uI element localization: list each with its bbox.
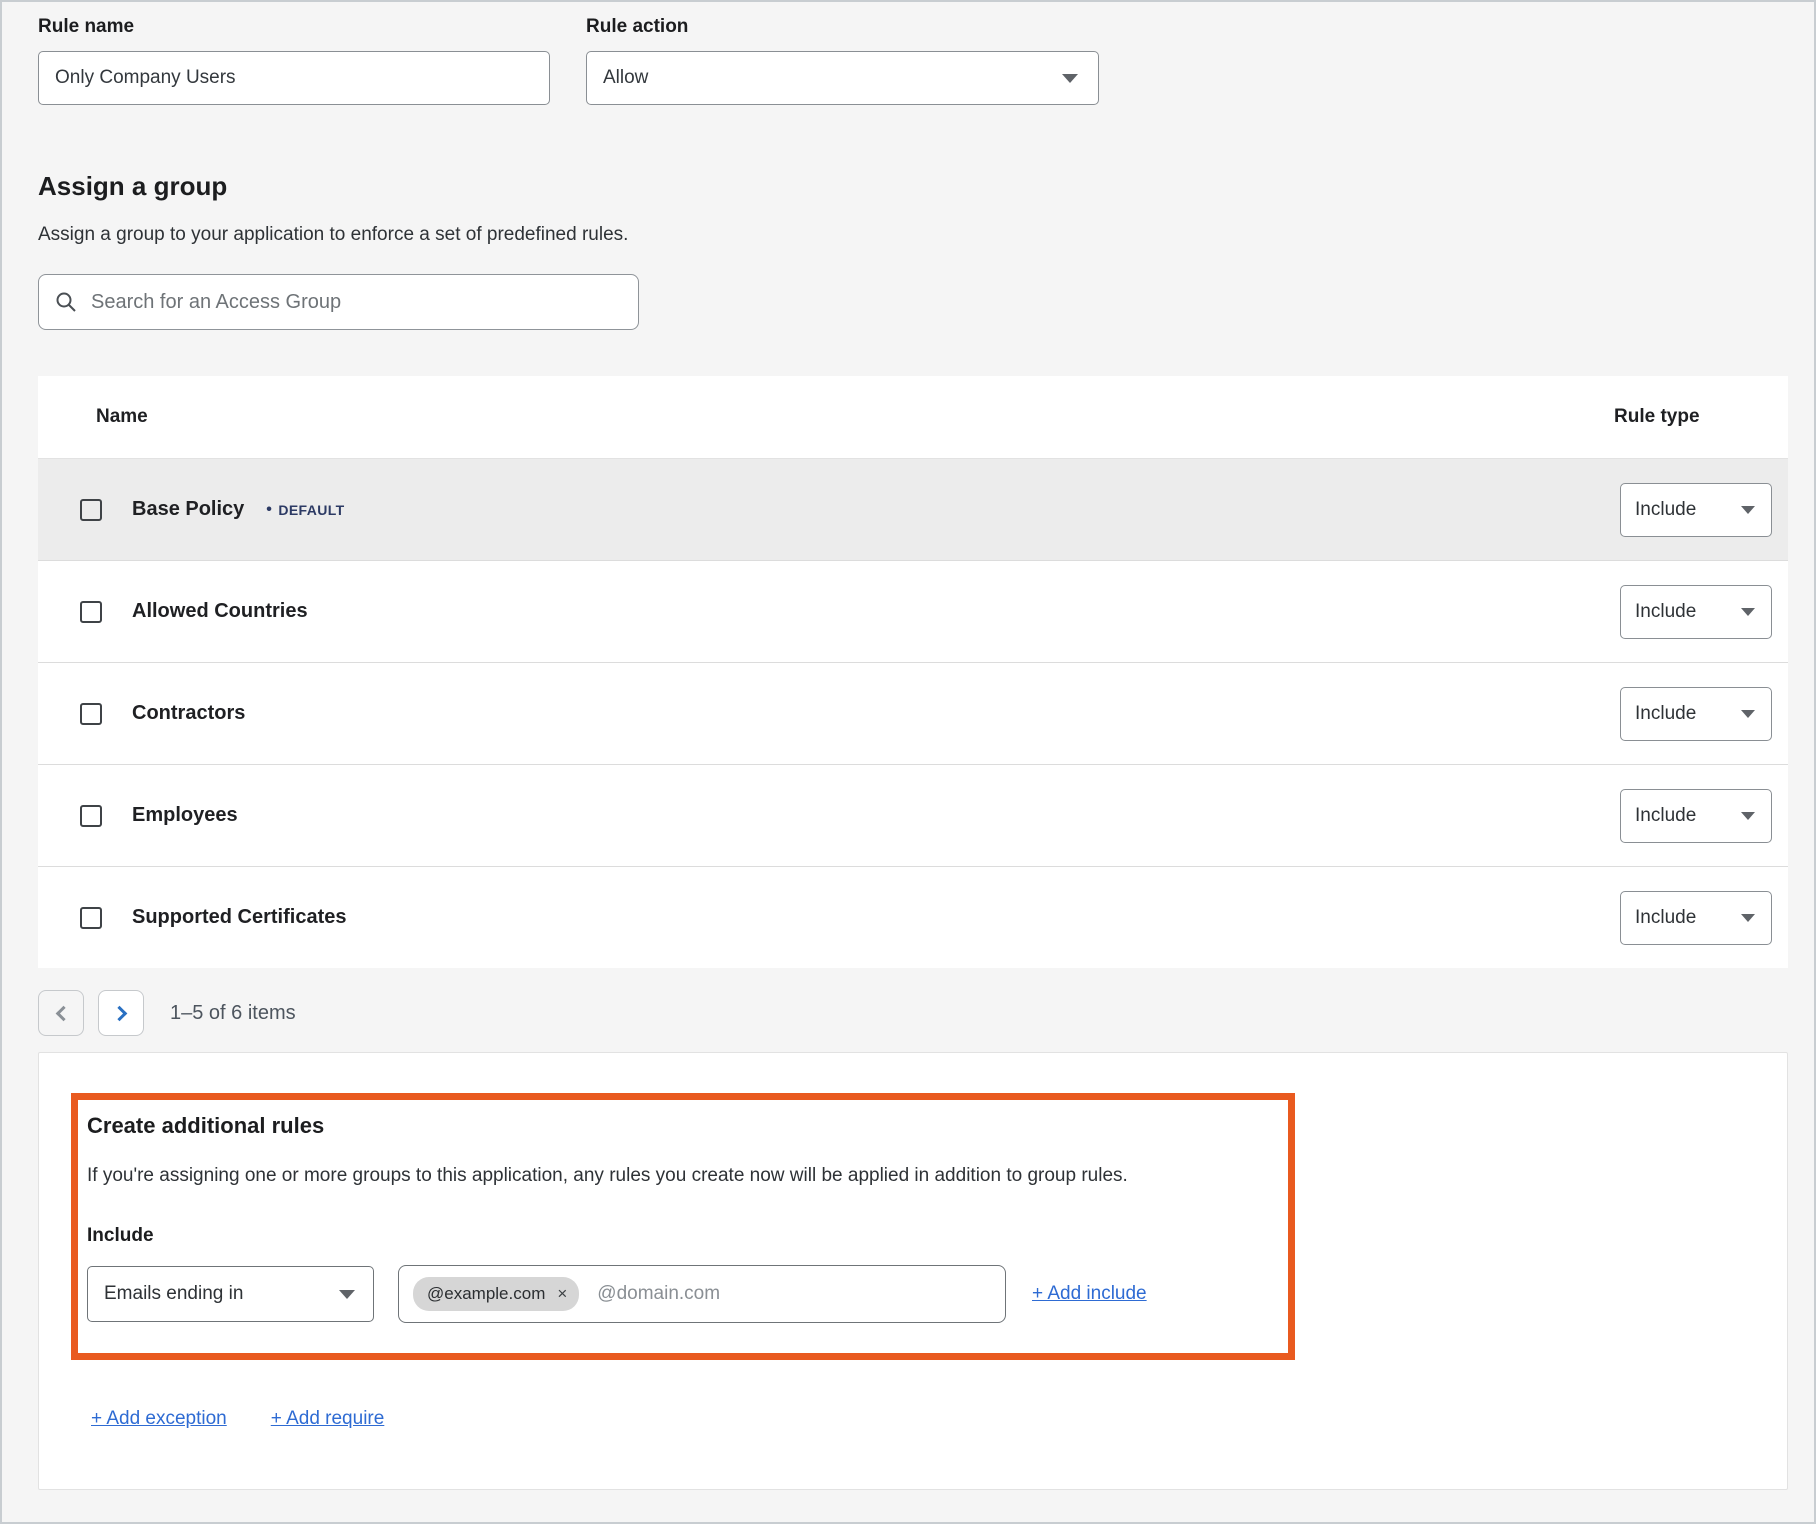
- rule-type-dropdown[interactable]: Include: [1620, 891, 1772, 945]
- rule-links: + Add exception + Add require: [71, 1408, 1787, 1430]
- rule-type-value: Include: [1635, 805, 1696, 827]
- row-checkbox[interactable]: [80, 805, 102, 827]
- email-tag-value: @example.com: [427, 1284, 545, 1304]
- rule-type-value: Include: [1635, 601, 1696, 623]
- pagination-summary: 1–5 of 6 items: [170, 1002, 296, 1025]
- rule-action-dropdown[interactable]: Allow: [586, 51, 1099, 105]
- rule-form: Rule name Rule action Allow: [38, 16, 1784, 105]
- chevron-down-icon: [1741, 608, 1755, 616]
- additional-rules-description: If you're assigning one or more groups t…: [87, 1165, 1268, 1187]
- chevron-down-icon: [1741, 710, 1755, 718]
- rule-name-label: Rule name: [38, 16, 550, 38]
- table-row: Base Policy • DEFAULT Include: [38, 458, 1788, 560]
- highlight-annotation-box: Create additional rules If you're assign…: [71, 1093, 1295, 1360]
- remove-tag-icon[interactable]: ×: [557, 1284, 567, 1304]
- table-row: Supported Certificates Include: [38, 866, 1788, 968]
- table-row: Employees Include: [38, 764, 1788, 866]
- previous-page-button[interactable]: [38, 990, 84, 1036]
- default-badge: • DEFAULT: [266, 502, 344, 518]
- chevron-down-icon: [1741, 506, 1755, 514]
- search-input[interactable]: [91, 291, 622, 314]
- search-icon: [55, 291, 77, 313]
- access-group-table: Name Rule type Base Policy • DEFAULT Incl…: [38, 376, 1788, 968]
- rule-editor-page: Rule name Rule action Allow Assign a gro…: [0, 0, 1816, 1524]
- rule-type-dropdown[interactable]: Include: [1620, 585, 1772, 639]
- row-checkbox[interactable]: [80, 499, 102, 521]
- row-checkbox[interactable]: [80, 703, 102, 725]
- access-group-search[interactable]: [38, 274, 639, 330]
- group-name: Supported Certificates: [132, 906, 346, 929]
- additional-rules-title: Create additional rules: [87, 1113, 1268, 1139]
- assign-group-description: Assign a group to your application to en…: [38, 224, 1784, 246]
- chevron-down-icon: [1062, 74, 1078, 83]
- rule-type-dropdown[interactable]: Include: [1620, 483, 1772, 537]
- table-header: Name Rule type: [38, 376, 1788, 458]
- group-name: Base Policy: [132, 498, 244, 521]
- pagination: 1–5 of 6 items: [38, 990, 1784, 1036]
- include-label: Include: [87, 1225, 1268, 1247]
- rule-action-value: Allow: [603, 67, 648, 89]
- rule-type-dropdown[interactable]: Include: [1620, 789, 1772, 843]
- rule-action-label: Rule action: [586, 16, 1099, 38]
- rule-type-dropdown[interactable]: Include: [1620, 687, 1772, 741]
- badge-dot-icon: •: [266, 502, 272, 518]
- condition-dropdown[interactable]: Emails ending in: [87, 1266, 374, 1322]
- chevron-right-icon: [111, 1005, 127, 1021]
- email-domains-input[interactable]: @example.com ×: [398, 1265, 1006, 1323]
- include-rule-builder: Emails ending in @example.com × + Add in…: [87, 1265, 1268, 1323]
- default-badge-label: DEFAULT: [278, 502, 344, 518]
- domain-input[interactable]: [597, 1283, 991, 1305]
- table-row: Contractors Include: [38, 662, 1788, 764]
- rule-type-value: Include: [1635, 499, 1696, 521]
- group-name: Contractors: [132, 702, 245, 725]
- table-row: Allowed Countries Include: [38, 560, 1788, 662]
- assign-group-title: Assign a group: [38, 171, 1784, 202]
- chevron-down-icon: [339, 1290, 355, 1299]
- add-exception-link[interactable]: + Add exception: [91, 1408, 227, 1430]
- rule-type-value: Include: [1635, 703, 1696, 725]
- group-name: Allowed Countries: [132, 600, 308, 623]
- column-header-name: Name: [96, 406, 1614, 428]
- chevron-left-icon: [55, 1005, 71, 1021]
- chevron-down-icon: [1741, 914, 1755, 922]
- rule-name-input[interactable]: [38, 51, 550, 105]
- additional-rules-card: Create additional rules If you're assign…: [38, 1052, 1788, 1490]
- group-name: Employees: [132, 804, 238, 827]
- add-include-link[interactable]: + Add include: [1032, 1283, 1147, 1305]
- condition-value: Emails ending in: [104, 1283, 243, 1305]
- email-tag: @example.com ×: [413, 1277, 579, 1311]
- row-checkbox[interactable]: [80, 601, 102, 623]
- chevron-down-icon: [1741, 812, 1755, 820]
- rule-type-value: Include: [1635, 907, 1696, 929]
- row-checkbox[interactable]: [80, 907, 102, 929]
- add-require-link[interactable]: + Add require: [271, 1408, 385, 1430]
- column-header-rule-type: Rule type: [1614, 406, 1766, 428]
- next-page-button[interactable]: [98, 990, 144, 1036]
